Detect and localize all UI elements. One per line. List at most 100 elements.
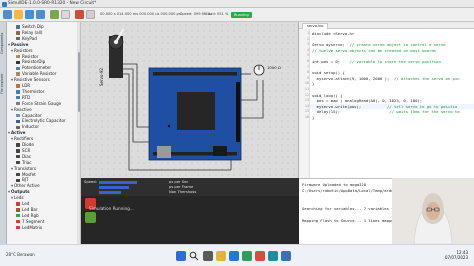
component-item[interactable]: Diac <box>16 154 31 159</box>
system-clock[interactable]: 12:43 07/07/2023 <box>445 250 468 260</box>
component-item[interactable]: Relay (all) <box>16 30 43 35</box>
component-item[interactable]: LedMatrix <box>16 225 42 230</box>
component-item[interactable]: Mosfet <box>16 172 36 177</box>
component-item[interactable]: RTD <box>16 95 30 100</box>
component-category[interactable]: ▾Rectifiers <box>11 136 33 141</box>
component-icon <box>16 149 20 153</box>
power-icon[interactable] <box>75 10 84 19</box>
settings-icon[interactable] <box>61 10 70 19</box>
component-label: LedMatrix <box>22 224 43 230</box>
potentiometer-knob[interactable] <box>253 64 265 76</box>
component-item[interactable]: SCR <box>16 148 30 153</box>
component-item[interactable]: Triac <box>16 160 31 165</box>
component-category[interactable]: ▾Passive <box>8 42 28 47</box>
component-item[interactable]: Led Rgb <box>16 213 39 218</box>
mode-label: Non Thershoss <box>169 190 197 194</box>
search-icon[interactable] <box>189 251 199 261</box>
open-folder-icon[interactable] <box>14 10 23 19</box>
component-category[interactable]: ▾Reactive <box>11 107 32 112</box>
component-icon <box>16 101 20 106</box>
component-label: Electrolytic Capacitor <box>22 118 66 124</box>
simulation-info: Speed: ps per Sec ps per Frame Non Thers… <box>81 178 299 196</box>
save-icon[interactable] <box>25 10 34 19</box>
component-item[interactable]: Capacitor <box>16 113 42 118</box>
circuit-drawing: Servo-92 1000 Ω <box>99 28 281 171</box>
component-icon <box>16 72 20 76</box>
circuit-canvas[interactable]: Servo-92 1000 Ω <box>81 22 299 178</box>
component-category[interactable]: ▾Transistors <box>11 166 36 171</box>
component-icon <box>16 66 20 70</box>
component-label: Potentiometer <box>22 65 52 71</box>
component-label: Outputs <box>11 189 30 195</box>
component-item[interactable]: Thermistor <box>16 89 44 94</box>
tab-components[interactable]: Components <box>0 26 7 60</box>
servo-motor[interactable] <box>108 28 125 78</box>
clock-date: 07/07/2023 <box>444 255 468 260</box>
component-category[interactable]: ▾Leds <box>11 195 23 200</box>
components-scrollbar[interactable] <box>77 22 80 244</box>
component-icon <box>16 90 20 94</box>
component-item[interactable]: Potentiometer <box>16 65 51 70</box>
component-item[interactable]: 7 Segment <box>16 219 44 224</box>
component-label: Resistor <box>22 53 39 59</box>
component-category[interactable]: ▾Resistive Sensors <box>11 77 50 82</box>
component-item[interactable]: Diode <box>16 142 34 147</box>
component-item[interactable]: Led <box>16 201 29 206</box>
edge-browser-icon[interactable] <box>229 251 239 261</box>
component-category[interactable]: ▾Active <box>8 130 25 135</box>
pause-icon[interactable] <box>86 10 95 19</box>
task-view-icon[interactable] <box>203 251 213 261</box>
component-item[interactable]: LDR <box>16 83 30 88</box>
component-category[interactable]: ▾Other Active <box>11 183 40 188</box>
save-as-icon[interactable] <box>36 10 45 19</box>
component-item[interactable]: Variable Resistor <box>16 71 56 76</box>
tab-file-explorer[interactable]: File explorer <box>0 64 7 104</box>
code-line[interactable]: int pos = 0; // variable to store the se… <box>312 59 441 65</box>
store-icon[interactable] <box>242 251 252 261</box>
component-label: 7 Segment <box>22 218 45 224</box>
new-file-icon[interactable] <box>3 10 12 19</box>
code-line[interactable]: } <box>312 115 314 121</box>
component-icon <box>16 172 20 177</box>
component-item[interactable]: Switch Dip <box>16 24 44 29</box>
component-category[interactable]: ▾Resistors <box>11 48 33 53</box>
load-readout: Load: 051 % <box>206 12 229 16</box>
component-icon <box>16 155 20 159</box>
component-item[interactable]: Resistor <box>16 54 38 59</box>
code-editor[interactable]: servo.ino 1 #include <Servo.h> 2 3 Servo mys… <box>299 22 474 178</box>
code-line[interactable]: // twelve servo objects can be created o… <box>312 48 436 54</box>
word-icon[interactable] <box>281 251 291 261</box>
code-line[interactable]: } <box>312 81 314 87</box>
start-icon[interactable] <box>176 251 186 261</box>
component-label: Switch Dip <box>22 24 44 29</box>
simulide-icon[interactable] <box>268 251 278 261</box>
component-item[interactable]: Led Bar <box>16 207 38 212</box>
component-icon <box>16 160 20 165</box>
reset-button[interactable] <box>85 212 96 223</box>
component-icon <box>16 178 20 183</box>
code-line[interactable]: myservo.attach(9, 1000, 2000 ); // attac… <box>312 76 460 82</box>
weather-widget[interactable]: 28°C Berawan <box>6 252 35 257</box>
component-item[interactable]: BJT <box>16 177 29 182</box>
component-label: KeyPad <box>22 35 37 41</box>
component-label: Force Strain Gauge <box>22 100 62 106</box>
file-explorer-icon[interactable] <box>216 251 226 261</box>
component-label: Reactive <box>14 106 32 112</box>
component-item[interactable]: Force Strain Gauge <box>16 101 61 106</box>
component-label: Led <box>22 201 30 206</box>
component-icon <box>16 214 20 218</box>
component-category[interactable]: ▾Outputs <box>8 189 30 194</box>
component-label: Other Active <box>14 183 40 189</box>
component-item[interactable]: Electrolytic Capacitor <box>16 118 66 123</box>
component-label: BJT <box>22 177 29 183</box>
code-line[interactable]: #include <Servo.h> <box>312 31 354 37</box>
zoom-icon[interactable] <box>50 10 59 19</box>
speed-label: Speed: <box>84 180 97 184</box>
arduino-board[interactable] <box>148 67 242 161</box>
component-item[interactable]: Inductor <box>16 124 39 129</box>
component-item[interactable]: KeyPad <box>16 36 37 41</box>
code-line[interactable]: delay(15); // waits 15ms for the servo t… <box>312 109 460 115</box>
chrome-icon[interactable] <box>255 251 265 261</box>
component-label: Triac <box>22 159 32 165</box>
component-item[interactable]: ResistorDip <box>16 59 45 64</box>
